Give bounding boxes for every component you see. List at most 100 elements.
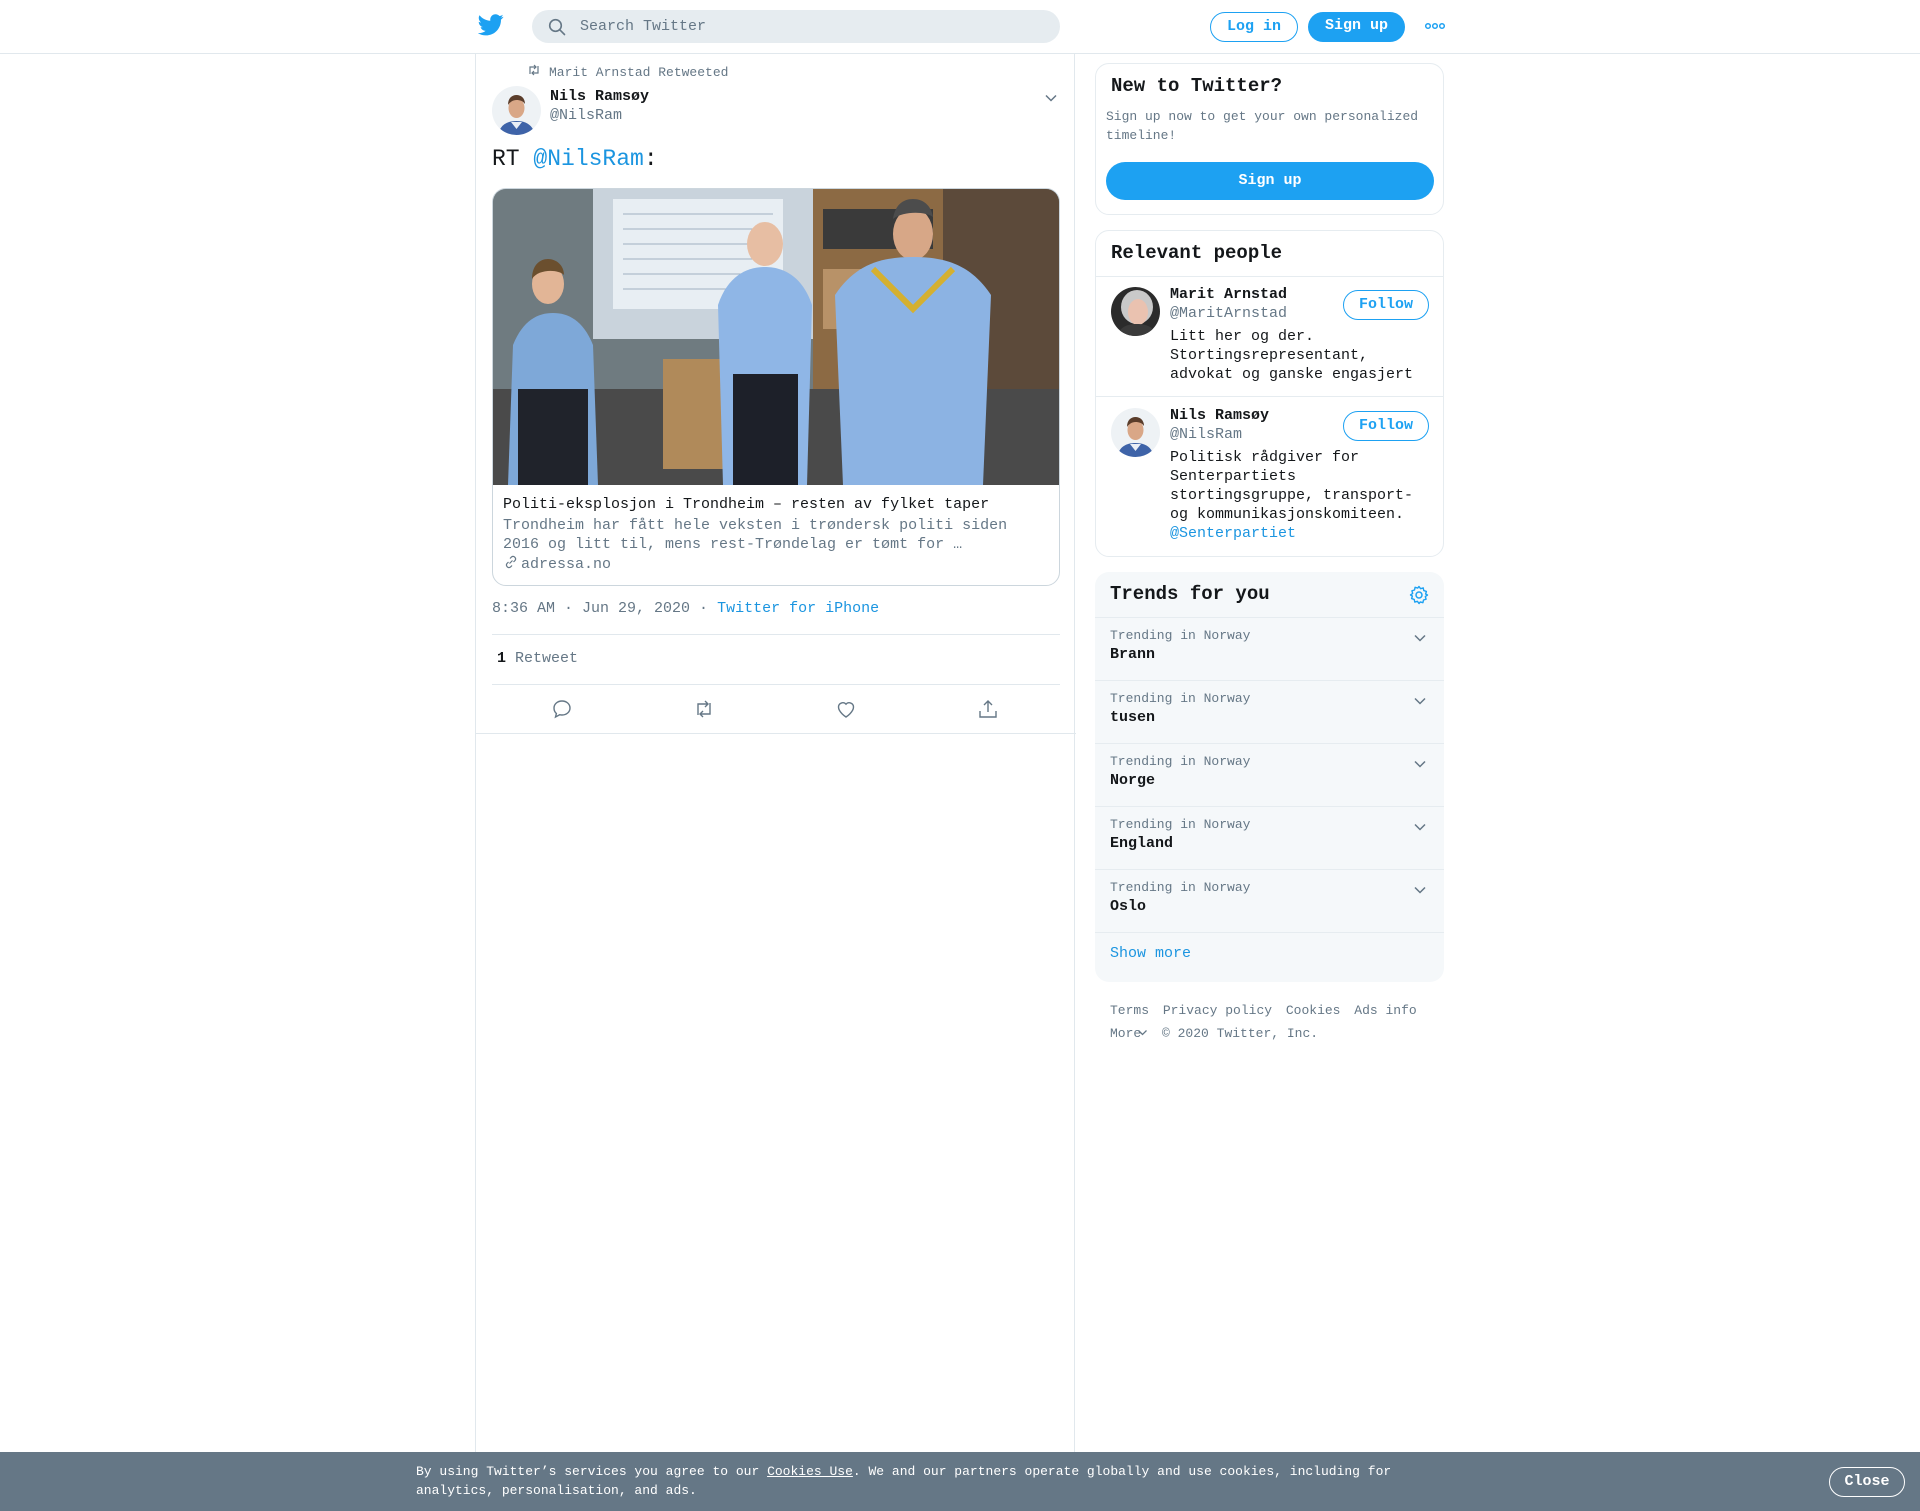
search-icon — [548, 18, 566, 36]
trend-name[interactable]: Brann — [1110, 646, 1155, 663]
main-column: Marit Arnstad Retweeted Nils Ramsøy @Nil… — [475, 54, 1076, 1454]
tweet-meta: 8:36 AM · Jun 29, 2020 · Twitter for iPh… — [492, 600, 879, 617]
card-title: Politi-eksplosjon i Trondheim – resten a… — [503, 496, 990, 513]
tweet-actions — [476, 688, 1076, 734]
follow-button[interactable]: Follow — [1343, 290, 1429, 320]
trends-title: Trends for you — [1110, 583, 1270, 605]
new-to-twitter-subtitle: Sign up now to get your own personalized… — [1106, 109, 1419, 143]
tweet-stats: 1 Retweet — [492, 634, 1060, 685]
person-bio: Politisk rådgiver for Senterpartiets sto… — [1170, 448, 1440, 543]
footer-links: Terms Privacy policy Cookies Ads info Mo… — [1110, 999, 1440, 1045]
trend-item[interactable]: Trending in Norway England — [1095, 807, 1444, 870]
person-handle[interactable]: @NilsRam — [1170, 426, 1242, 443]
trend-context: Trending in Norway — [1110, 817, 1251, 832]
card-domain: adressa.no — [503, 554, 611, 575]
signup-large-button[interactable]: Sign up — [1106, 162, 1434, 200]
card-image — [493, 189, 1059, 485]
person-card[interactable]: Nils Ramsøy @NilsRam Politisk rådgiver f… — [1096, 398, 1443, 556]
footer-link-privacy[interactable]: Privacy policy — [1163, 1003, 1272, 1018]
new-to-twitter-widget: New to Twitter? Sign up now to get your … — [1095, 63, 1444, 215]
tweet-mention[interactable]: @NilsRam — [533, 146, 643, 172]
cookies-use-link[interactable]: Cookies Use — [767, 1464, 853, 1479]
person-bio-text: Politisk rådgiver for Senterpartiets sto… — [1170, 449, 1414, 523]
cookie-text: By using Twitter’s services you agree to… — [416, 1462, 1416, 1500]
retweet-icon[interactable] — [693, 698, 719, 724]
trend-context: Trending in Norway — [1110, 880, 1251, 895]
footer-copyright: © 2020 Twitter, Inc. — [1162, 1026, 1319, 1041]
share-icon[interactable] — [977, 698, 1003, 724]
reply-icon[interactable] — [551, 698, 577, 724]
trend-name[interactable]: tusen — [1110, 709, 1155, 726]
cookie-text-before: By using Twitter’s services you agree to… — [416, 1464, 768, 1479]
more-dots-icon[interactable] — [1424, 19, 1446, 33]
footer-row: Terms Privacy policy Cookies Ads info — [1110, 999, 1440, 1022]
top-navigation-bar: Log in Sign up — [0, 0, 1920, 54]
author-avatar[interactable] — [492, 86, 541, 135]
retweet-count[interactable]: 1 — [497, 650, 506, 667]
twitter-bird-icon[interactable] — [477, 14, 508, 40]
link-card[interactable]: Politi-eksplosjon i Trondheim – resten a… — [492, 188, 1060, 586]
footer-link-terms[interactable]: Terms — [1110, 1003, 1149, 1018]
trend-name[interactable]: Norge — [1110, 772, 1155, 789]
cookie-consent-bar: By using Twitter’s services you agree to… — [0, 1452, 1920, 1511]
signup-button[interactable]: Sign up — [1308, 12, 1405, 42]
trend-item[interactable]: Trending in Norway tusen — [1095, 681, 1444, 744]
gear-icon[interactable] — [1408, 584, 1430, 606]
chevron-down-icon[interactable] — [1413, 693, 1427, 705]
person-bio: Litt her og der. Stortingsrepresentant, … — [1170, 327, 1440, 384]
search-box[interactable] — [532, 10, 1060, 43]
author-handle[interactable]: @NilsRam — [550, 107, 622, 124]
chevron-down-icon[interactable] — [1413, 630, 1427, 642]
tweet-timestamp[interactable]: 8:36 AM · Jun 29, 2020 — [492, 600, 690, 617]
chevron-down-icon[interactable] — [1137, 1022, 1148, 1036]
author-name[interactable]: Nils Ramsøy — [550, 88, 649, 105]
person-name[interactable]: Marit Arnstad — [1170, 286, 1287, 303]
trend-context: Trending in Norway — [1110, 754, 1251, 769]
close-button[interactable]: Close — [1829, 1467, 1905, 1497]
avatar[interactable] — [1111, 287, 1160, 336]
trend-context: Trending in Norway — [1110, 628, 1251, 643]
tweet-text: RT @NilsRam: — [492, 146, 658, 172]
new-to-twitter-title: New to Twitter? — [1111, 75, 1283, 97]
avatar[interactable] — [1111, 408, 1160, 457]
person-bio-text: Litt her og der. Stortingsrepresentant, … — [1170, 328, 1414, 383]
retweet-count-label[interactable]: Retweet — [515, 650, 578, 667]
footer-row: More © 2020 Twitter, Inc. — [1110, 1022, 1440, 1045]
trend-name[interactable]: England — [1110, 835, 1173, 852]
tweet-text-suffix: : — [643, 146, 658, 172]
meta-separator: · — [690, 600, 718, 617]
search-input[interactable] — [580, 10, 1040, 43]
relevant-people-widget: Relevant people Marit Arnstad @MaritArns… — [1095, 230, 1444, 557]
trend-name[interactable]: Oslo — [1110, 898, 1146, 915]
card-description: Trondheim har fått hele veksten i trønde… — [503, 517, 1008, 553]
person-card[interactable]: Marit Arnstad @MaritArnstad Litt her og … — [1096, 277, 1443, 397]
heart-icon[interactable] — [835, 698, 861, 724]
trend-item[interactable]: Trending in Norway Brann — [1095, 618, 1444, 681]
login-button[interactable]: Log in — [1210, 12, 1298, 42]
footer-link-ads-info[interactable]: Ads info — [1354, 1003, 1416, 1018]
chevron-down-icon[interactable] — [1044, 90, 1058, 102]
follow-button[interactable]: Follow — [1343, 411, 1429, 441]
footer-link-cookies[interactable]: Cookies — [1286, 1003, 1341, 1018]
tweet-source[interactable]: Twitter for iPhone — [717, 600, 879, 617]
trend-item[interactable]: Trending in Norway Norge — [1095, 744, 1444, 807]
chevron-down-icon[interactable] — [1413, 819, 1427, 831]
retweeted-by-label[interactable]: Marit Arnstad Retweeted — [549, 65, 728, 80]
person-handle[interactable]: @MaritArnstad — [1170, 305, 1287, 322]
chevron-down-icon[interactable] — [1413, 756, 1427, 768]
retweet-context: Marit Arnstad Retweeted — [527, 64, 728, 80]
retweet-icon — [527, 64, 541, 80]
show-more-link[interactable]: Show more — [1110, 945, 1191, 962]
person-name[interactable]: Nils Ramsøy — [1170, 407, 1269, 424]
trends-widget: Trends for you Trending in Norway Brann … — [1095, 572, 1444, 982]
trend-item[interactable]: Trending in Norway Oslo — [1095, 870, 1444, 933]
relevant-people-title: Relevant people — [1111, 242, 1283, 264]
trends-header: Trends for you — [1095, 572, 1444, 618]
relevant-people-header: Relevant people — [1096, 231, 1443, 277]
chevron-down-icon[interactable] — [1413, 882, 1427, 894]
card-domain-text: adressa.no — [521, 556, 612, 573]
tweet-text-prefix: RT — [492, 146, 534, 172]
link-icon — [503, 554, 519, 575]
trend-context: Trending in Norway — [1110, 691, 1251, 706]
person-bio-link[interactable]: @Senterpartiet — [1170, 524, 1440, 543]
